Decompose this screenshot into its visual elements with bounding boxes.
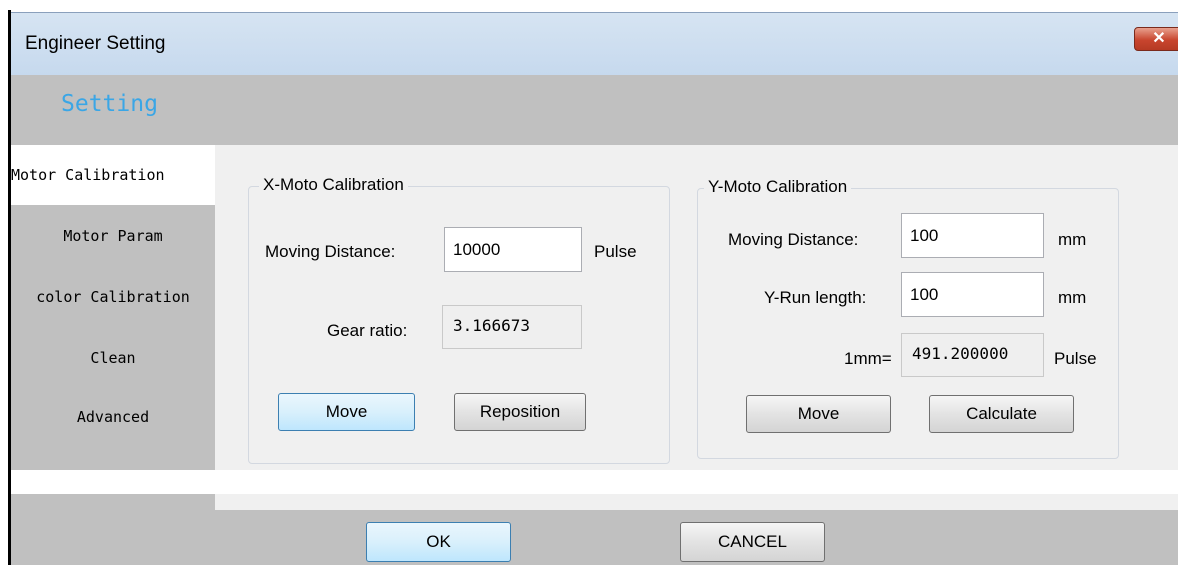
content-lower-strip: [215, 494, 1178, 510]
sidebar-lower-strip: [11, 494, 215, 510]
sidebar-item-clean[interactable]: Clean: [11, 328, 215, 388]
sidebar-item-label: Clean: [90, 349, 136, 367]
sidebar-item-motor-calibration[interactable]: Motor Calibration: [11, 145, 215, 205]
y-moving-distance-label: Moving Distance:: [728, 230, 859, 249]
content-panel: X-Moto Calibration Moving Distance: Puls…: [215, 145, 1178, 470]
x-calibration-group: X-Moto Calibration Moving Distance: Puls…: [248, 175, 670, 464]
close-button[interactable]: ✕: [1134, 27, 1178, 51]
y-move-button[interactable]: Move: [746, 395, 891, 433]
y-moving-distance-input[interactable]: [901, 213, 1044, 258]
calculate-button[interactable]: Calculate: [929, 395, 1074, 433]
sidebar-item-advanced[interactable]: Advanced: [11, 387, 215, 447]
dialog-button-bar: OK CANCEL: [11, 510, 1178, 565]
y-run-length-unit: mm: [1058, 288, 1087, 307]
per-mm-unit: Pulse: [1054, 349, 1097, 368]
sidebar-item-label: Advanced: [76, 408, 150, 426]
window-title: Engineer Setting: [25, 33, 166, 54]
x-moving-distance-input[interactable]: [444, 227, 582, 272]
x-calibration-legend: X-Moto Calibration: [259, 175, 408, 195]
y-calibration-legend: Y-Moto Calibration: [704, 177, 852, 197]
gear-ratio-value: 3.166673: [442, 305, 582, 349]
sidebar-item-color-calibration[interactable]: color Calibration: [11, 267, 215, 327]
ok-button[interactable]: OK: [366, 522, 511, 562]
section-title: Setting: [61, 91, 158, 117]
sidebar-item-label: color Calibration: [36, 288, 190, 306]
gear-ratio-label: Gear ratio:: [327, 321, 408, 340]
y-run-length-input[interactable]: [901, 272, 1044, 317]
y-calibration-group: Y-Moto Calibration Moving Distance: mm Y…: [697, 177, 1119, 459]
y-run-length-label: Y-Run length:: [764, 288, 867, 307]
x-moving-distance-unit: Pulse: [594, 242, 637, 261]
sidebar-item-motor-param[interactable]: Motor Param: [11, 206, 215, 266]
y-moving-distance-unit: mm: [1058, 230, 1087, 249]
sidebar: Motor Calibration Motor Param color Cali…: [11, 145, 215, 470]
per-mm-label: 1mm=: [844, 349, 892, 368]
per-mm-value: 491.200000: [901, 333, 1044, 377]
x-moving-distance-label: Moving Distance:: [265, 242, 396, 261]
close-icon: ✕: [1152, 30, 1166, 47]
header-band: Setting: [11, 75, 1178, 145]
cancel-button[interactable]: CANCEL: [680, 522, 825, 562]
separator-band: [11, 470, 1178, 494]
reposition-button[interactable]: Reposition: [454, 393, 586, 431]
x-move-button[interactable]: Move: [278, 393, 415, 431]
sidebar-item-label: Motor Param: [63, 227, 163, 245]
sidebar-item-label: Motor Calibration: [11, 166, 165, 184]
title-bar[interactable]: Engineer Setting ✕: [11, 12, 1178, 75]
